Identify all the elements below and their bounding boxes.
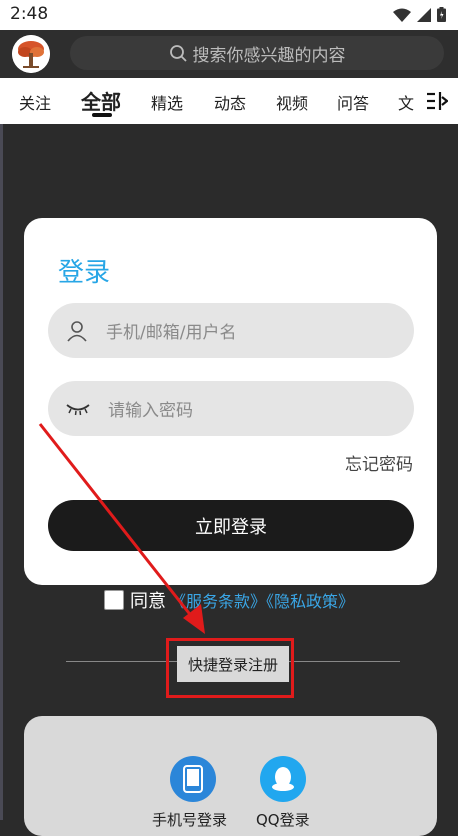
- tab-menu-icon[interactable]: [426, 90, 448, 112]
- avatar[interactable]: [12, 35, 50, 73]
- terms-link[interactable]: 《服务条款》《隐私政策》: [170, 588, 354, 612]
- tab-video[interactable]: 视频: [276, 90, 308, 114]
- forgot-password-link[interactable]: 忘记密码: [345, 450, 413, 475]
- status-bar: 2:48: [0, 0, 458, 30]
- login-button[interactable]: 立即登录: [48, 500, 414, 551]
- username-field[interactable]: 手机/邮箱/用户名: [48, 303, 414, 358]
- tab-dynamic[interactable]: 动态: [214, 90, 246, 114]
- login-card: 登录 手机/邮箱/用户名 请输入密码 忘记密码 立即登录: [24, 218, 437, 585]
- password-field[interactable]: 请输入密码: [48, 381, 414, 436]
- alt-login-panel: 手机号登录 QQ登录: [24, 716, 437, 836]
- login-title: 登录: [58, 258, 111, 288]
- agree-checkbox[interactable]: [104, 590, 124, 610]
- tab-article[interactable]: 文: [398, 90, 414, 114]
- password-placeholder: 请输入密码: [108, 401, 193, 421]
- agree-label: 同意: [130, 591, 166, 612]
- tree-logo-icon: [12, 35, 50, 73]
- status-icons: [393, 7, 446, 22]
- search-bar[interactable]: 搜索你感兴趣的内容: [70, 36, 444, 70]
- phone-login-button[interactable]: [170, 756, 216, 802]
- active-tab-indicator: [92, 113, 112, 117]
- status-time: 2:48: [10, 4, 49, 24]
- eye-closed-icon[interactable]: [66, 402, 90, 416]
- wifi-icon: [393, 8, 411, 22]
- agreement-row: 同意 《服务条款》《隐私政策》: [104, 587, 354, 613]
- highlight-box: [166, 638, 294, 698]
- battery-icon: [437, 7, 446, 22]
- category-tabs: 关注 全部 精选 动态 视频 问答 文: [0, 78, 458, 124]
- tab-follow[interactable]: 关注: [19, 90, 51, 114]
- signal-icon: [417, 7, 431, 22]
- app-header: 搜索你感兴趣的内容: [0, 30, 458, 78]
- user-icon: [67, 320, 87, 342]
- tab-qa[interactable]: 问答: [337, 90, 369, 114]
- tab-all[interactable]: 全部: [81, 86, 121, 115]
- tab-featured[interactable]: 精选: [151, 90, 183, 114]
- username-placeholder: 手机/邮箱/用户名: [106, 323, 237, 343]
- search-placeholder: 搜索你感兴趣的内容: [192, 45, 346, 66]
- phone-icon: [183, 765, 203, 793]
- qq-icon: [272, 767, 294, 791]
- background-strip: [0, 124, 3, 820]
- search-icon: [169, 45, 187, 62]
- qq-login-button[interactable]: [260, 756, 306, 802]
